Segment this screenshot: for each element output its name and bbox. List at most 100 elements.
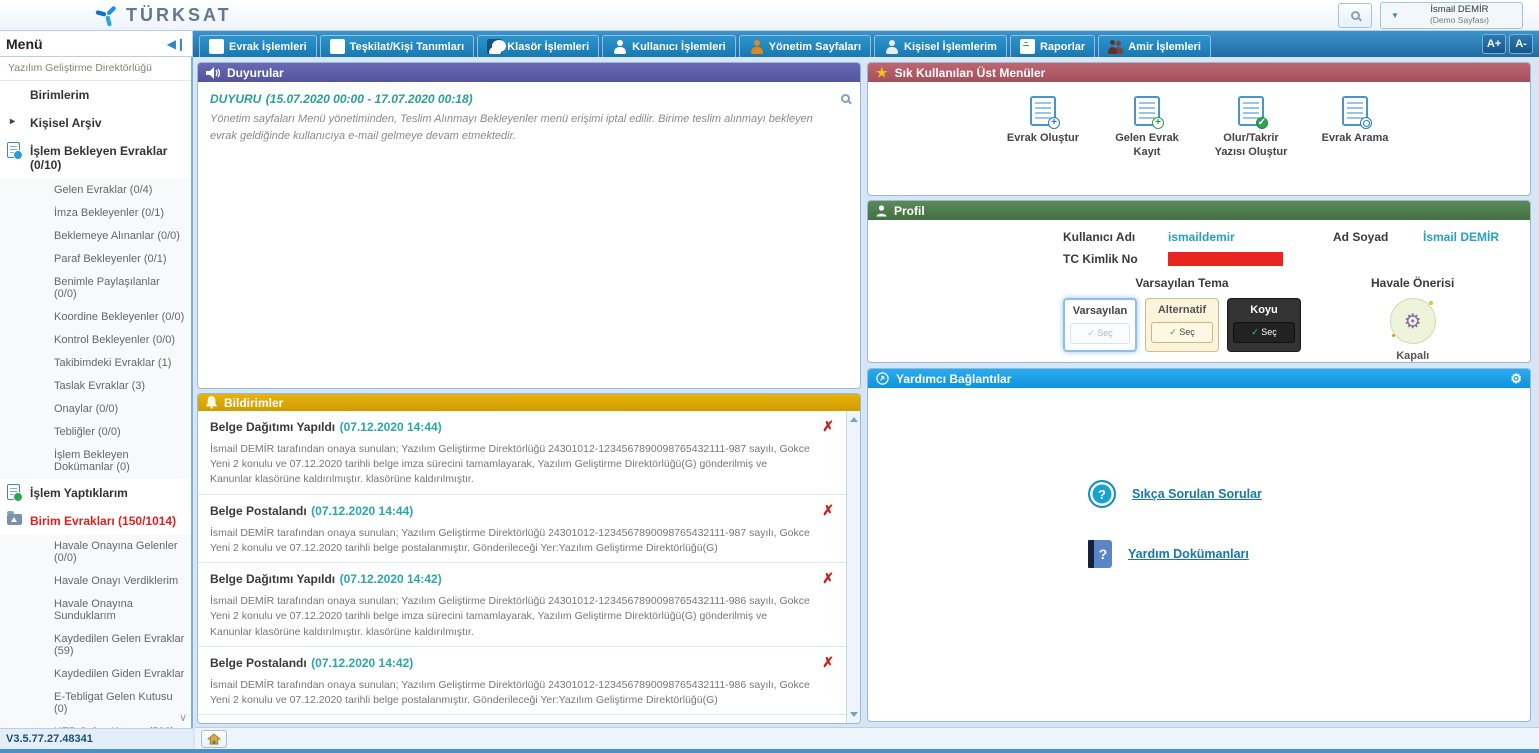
sidebar-item[interactable]: Takibimdeki Evraklar (1): [0, 352, 191, 375]
menu-title: Menü: [6, 36, 43, 52]
notification-item: Belge Postalandı (07.12.2020 14:44) ✗ İs…: [198, 495, 846, 563]
admin-icon: [749, 39, 764, 54]
theme-card[interactable]: Koyu ✓ Seç: [1227, 298, 1301, 352]
scroll-down-icon[interactable]: [850, 712, 858, 717]
notification-body: İsmail DEMİR tarafından onaya sunulan; Y…: [210, 594, 810, 640]
sidebar-item-label: Paraf Bekleyenler (0/1): [54, 253, 167, 265]
fullname-value[interactable]: İsmail DEMİR: [1423, 230, 1531, 244]
scroll-up-icon[interactable]: [850, 417, 858, 422]
main-tab[interactable]: Evrak İşlemleri: [199, 35, 317, 57]
main-tab[interactable]: Yönetim Sayfaları: [739, 35, 871, 57]
main-tab[interactable]: Kullanıcı İşlemleri: [602, 35, 736, 57]
person-icon: [876, 205, 887, 217]
profile-panel: Profil Kullanıcı Adı ismaildemir Ad Soya…: [867, 200, 1531, 363]
sidebar-item[interactable]: Birimlerim: [0, 81, 191, 109]
star-icon: ★: [876, 65, 888, 81]
user-icon: [612, 39, 627, 54]
sidebar-item[interactable]: İşlem Bekleyen Dokümanlar (0): [0, 444, 191, 479]
main-tab[interactable]: Teşkilat/Kişi Tanımları: [320, 35, 475, 57]
main-tab[interactable]: Kişisel İşlemlerim: [874, 35, 1007, 57]
sidebar-item-label: Gelen Evraklar (0/4): [54, 184, 152, 196]
helper-link[interactable]: Yardım Dokümanları: [1088, 540, 1530, 568]
havale-suggestion: Havale Önerisi ⚙ Kapalı: [1371, 276, 1454, 362]
sidebar-item[interactable]: Havale Onayına Sunduklarım: [0, 593, 191, 628]
theme-card[interactable]: Alternatif ✓ Seç: [1145, 298, 1219, 352]
font-decrease-button[interactable]: A-: [1509, 34, 1533, 54]
helper-link[interactable]: Sıkça Sorulan Sorular: [1088, 480, 1530, 508]
brain-gear-icon[interactable]: ⚙: [1390, 298, 1436, 344]
favorite-shortcut[interactable]: Evrak Arama: [1316, 96, 1394, 160]
sidebar-item[interactable]: Paraf Bekleyenler (0/1): [0, 248, 191, 271]
sidebar-item[interactable]: Koordine Bekleyenler (0/0): [0, 306, 191, 329]
profile-header: Profil: [868, 201, 1530, 220]
dismiss-notification-icon[interactable]: ✗: [822, 502, 834, 519]
dismiss-notification-icon[interactable]: ✗: [822, 654, 834, 671]
org-icon: [330, 39, 345, 54]
helper-link-label: Sıkça Sorulan Sorular: [1132, 487, 1262, 501]
turksat-logo-icon: [95, 3, 119, 27]
sidebar-item[interactable]: Kaydedilen Giden Evraklar: [0, 663, 191, 686]
sidebar-item[interactable]: Kişisel Arşiv: [0, 109, 191, 137]
main-tab[interactable]: Klasör İşlemleri: [477, 35, 599, 57]
collapse-sidebar-icon[interactable]: ◀❙: [167, 37, 186, 51]
sidebar-item-label: İşlem Bekleyen Evraklar (0/10): [30, 144, 167, 172]
sidebar-item-label: Takibimdeki Evraklar (1): [54, 357, 171, 369]
sidebar-scroll-down-icon[interactable]: ∨: [179, 711, 187, 724]
theme-heading: Varsayılan Tema: [1135, 276, 1228, 290]
sidebar-item[interactable]: Havale Onayı Verdiklerim: [0, 570, 191, 593]
bell-icon: [206, 396, 217, 409]
favorite-shortcut[interactable]: Gelen Evrak Kayıt: [1108, 96, 1186, 160]
sidebar-item[interactable]: Kaydedilen Gelen Evraklar (59): [0, 628, 191, 663]
sidebar-item[interactable]: KEP Gelen Kutusu (530): [0, 721, 191, 728]
global-search-button[interactable]: [1338, 3, 1372, 28]
sidebar-item[interactable]: Tebliğler (0/0): [0, 421, 191, 444]
sidebar-item[interactable]: Onaylar (0/0): [0, 398, 191, 421]
favorites-title: Sık Kullanılan Üst Menüler: [895, 66, 1046, 80]
users-icon: [1108, 39, 1123, 54]
sidebar-item-label: Beklemeye Alınanlar (0/0): [54, 230, 180, 242]
sidebar-item-label: İmza Bekleyenler (0/1): [54, 207, 164, 219]
sidebar-item[interactable]: Havale Onayına Gelenler (0/0): [0, 535, 191, 570]
sidebar-item[interactable]: Taslak Evraklar (3): [0, 375, 191, 398]
badge-icon: [1256, 117, 1268, 129]
sidebar-header: Menü ◀❙: [0, 31, 193, 57]
main-tab[interactable]: Raporlar: [1010, 35, 1095, 57]
sidebar-item[interactable]: E-Tebligat Gelen Kutusu (0): [0, 686, 191, 721]
sidebar-item-label: İşlem Bekleyen Dokümanlar (0): [54, 449, 130, 473]
announcement-title: DUYURU: [210, 92, 261, 106]
theme-select-button[interactable]: ✓ Seç: [1070, 323, 1130, 344]
announcements-panel: Duyurular DUYURU (15.07.2020 00:00 - 17.…: [197, 62, 861, 389]
user-menu-dropdown[interactable]: ▼ İsmail DEMİR (Demo Sayfası): [1380, 2, 1523, 29]
theme-select-button[interactable]: ✓ Seç: [1151, 322, 1213, 343]
theme-name: Alternatif: [1151, 304, 1213, 316]
favorite-shortcut[interactable]: Evrak Oluştur: [1004, 96, 1082, 160]
favorite-shortcut[interactable]: Olur/Takrir Yazısı Oluştur: [1212, 96, 1290, 160]
notifications-scrollbar[interactable]: [846, 411, 860, 723]
badge-icon: [1152, 117, 1164, 129]
dismiss-notification-icon[interactable]: ✗: [822, 722, 834, 723]
sidebar-item[interactable]: İmza Bekleyenler (0/1): [0, 202, 191, 225]
helpbook-icon: [1088, 540, 1112, 568]
main-tab[interactable]: Amir İşlemleri: [1098, 35, 1211, 57]
theme-name: Varsayılan: [1070, 305, 1130, 317]
sidebar-item-label: Kontrol Bekleyenler (0/0): [54, 334, 175, 346]
username-value[interactable]: ismaildemir: [1168, 230, 1333, 244]
sidebar-item[interactable]: Kontrol Bekleyenler (0/0): [0, 329, 191, 352]
theme-select-button[interactable]: ✓ Seç: [1233, 322, 1295, 343]
home-button[interactable]: [201, 730, 227, 748]
font-increase-button[interactable]: A+: [1482, 34, 1506, 54]
sidebar-item[interactable]: İşlem Bekleyen Evraklar (0/10): [0, 137, 191, 179]
gear-icon[interactable]: ⚙: [1510, 371, 1522, 387]
dismiss-notification-icon[interactable]: ✗: [822, 418, 834, 435]
sidebar-item[interactable]: Gelen Evraklar (0/4): [0, 179, 191, 202]
sidebar-item[interactable]: İşlem Yaptıklarım: [0, 479, 191, 507]
dismiss-notification-icon[interactable]: ✗: [822, 570, 834, 587]
sidebar-item[interactable]: Birim Evrakları (150/1014): [0, 507, 191, 535]
theme-card[interactable]: Varsayılan ✓ Seç: [1063, 298, 1137, 352]
sidebar-item[interactable]: Benimle Paylaşılanlar (0/0): [0, 271, 191, 306]
announcement-zoom-icon[interactable]: [841, 94, 850, 103]
shortcut-label: Evrak Oluştur: [1007, 132, 1079, 146]
sidebar-item[interactable]: Beklemeye Alınanlar (0/0): [0, 225, 191, 248]
user-subtitle: (Demo Sayfası): [1407, 16, 1512, 26]
sidebar-item-label: Kaydedilen Gelen Evraklar (59): [54, 633, 184, 657]
